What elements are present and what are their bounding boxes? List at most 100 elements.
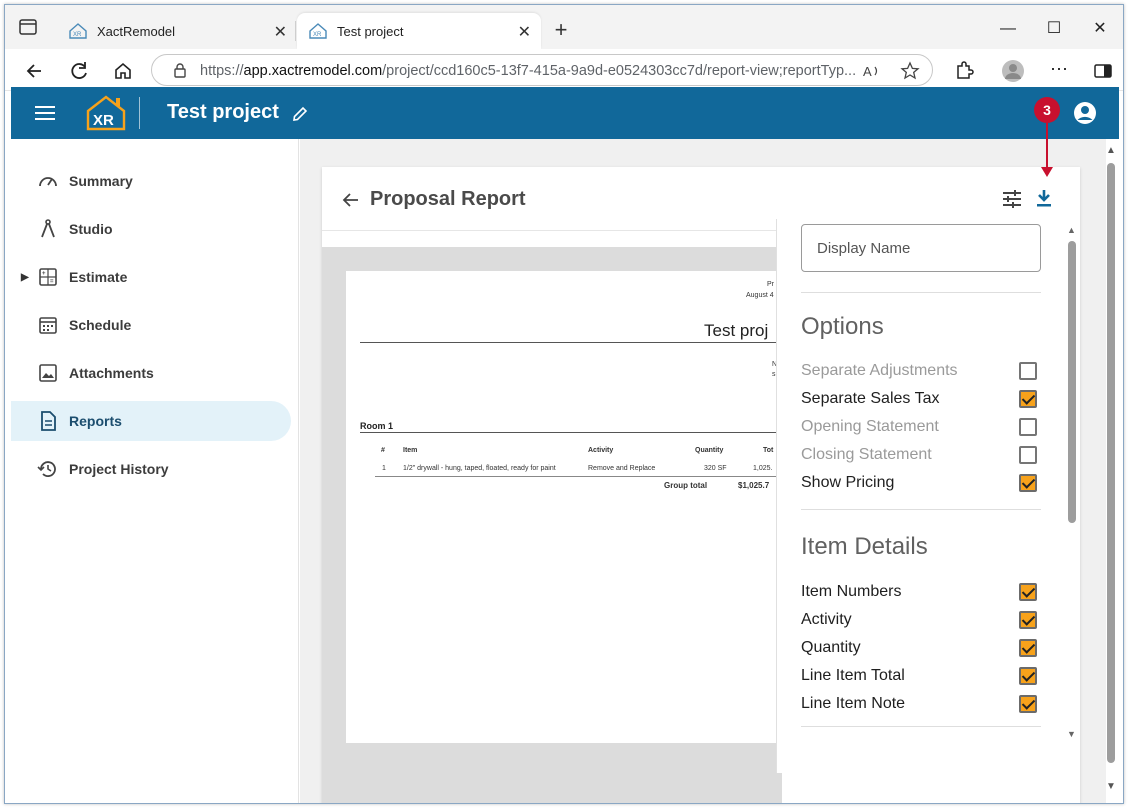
address-bar[interactable]: https://app.xactremodel.com/project/ccd1… [151,54,933,86]
url-text: https://app.xactremodel.com/project/ccd1… [200,63,857,79]
edit-pencil-icon[interactable] [291,105,309,123]
preview-cell: 1,025. [753,465,773,472]
home-icon[interactable] [109,57,137,85]
profile-avatar-icon[interactable] [999,57,1027,85]
sidebar-item-studio[interactable]: Studio [11,209,291,249]
menu-icon[interactable] [35,105,55,121]
report-page: Pr August 4 Test proj N s Room 1 # Item … [346,271,782,743]
image-icon [39,364,57,382]
back-arrow-icon[interactable] [342,191,360,209]
option-label: Show Pricing [801,474,895,491]
tab-separator [295,21,296,41]
option-separate-sales-tax[interactable]: Separate Sales Tax [801,388,1037,410]
option-closing-statement[interactable]: Closing Statement [801,444,1037,466]
lock-icon[interactable] [172,62,188,78]
option-separate-adjustments[interactable]: Separate Adjustments [801,360,1037,382]
tab-xactremodel[interactable]: XR XactRemodel ✕ [57,13,297,49]
preview-cell: 1 [382,465,386,472]
option-label: Opening Statement [801,418,939,435]
sidebar-item-label: Studio [69,221,113,237]
preview-group-total-value: $1,025.7 [738,481,770,490]
back-arrow-icon[interactable] [21,57,49,85]
scroll-down-icon[interactable]: ▼ [1067,729,1076,739]
sidebar-item-summary[interactable]: Summary [11,161,291,201]
panel-scroll-thumb[interactable] [1068,241,1076,523]
sidebar-toggle-icon[interactable] [1089,57,1117,85]
separate-adjustments-checkbox[interactable] [1019,362,1037,380]
activity-checkbox[interactable] [1019,611,1037,629]
sidebar-item-project-history[interactable]: Project History [11,449,291,489]
tab-actions-icon[interactable] [19,19,37,35]
refresh-icon[interactable] [65,57,93,85]
page-scrollbar[interactable]: ▲ ▼ [1103,139,1119,803]
svg-text:+: + [42,271,46,277]
maximize-button[interactable]: ☐ [1031,15,1077,43]
calculator-icon: += [39,268,57,286]
sidebar-item-attachments[interactable]: Attachments [11,353,291,393]
sidebar-item-estimate[interactable]: ▶ + = Estimate [11,257,291,297]
page-scroll-thumb[interactable] [1107,163,1115,763]
new-tab-button[interactable]: + [547,17,575,43]
item-numbers-checkbox[interactable] [1019,583,1037,601]
browser-window: XR XactRemodel ✕ XR Test project ✕ + — ☐… [4,4,1124,804]
scroll-up-icon[interactable]: ▲ [1106,145,1116,156]
opening-statement-checkbox[interactable] [1019,418,1037,436]
favorite-star-icon[interactable] [900,61,920,81]
close-tab-icon[interactable]: ✕ [518,22,531,42]
preview-text: s [772,371,776,378]
option-opening-statement[interactable]: Opening Statement [801,416,1037,438]
tab-test-project[interactable]: XR Test project ✕ [297,13,541,49]
account-circle-icon[interactable] [1073,101,1097,125]
sidebar-item-reports[interactable]: Reports [11,401,291,441]
option-line-item-note[interactable]: Line Item Note [801,693,1037,715]
browser-toolbar: https://app.xactremodel.com/project/ccd1… [5,49,1123,91]
app-header: XR Test project [11,87,1119,139]
line-item-total-checkbox[interactable] [1019,667,1037,685]
panel-divider [801,292,1041,293]
svg-text:XR: XR [73,32,82,38]
download-icon[interactable] [1034,188,1054,208]
scroll-up-icon[interactable]: ▲ [1067,225,1076,235]
extensions-icon[interactable] [949,57,977,85]
preview-doc-title: Test proj [704,321,769,340]
read-aloud-icon[interactable]: A [862,61,882,81]
sidebar-item-label: Project History [69,461,169,477]
close-window-button[interactable]: ✕ [1077,15,1123,43]
preview-rule [375,476,782,477]
minimize-button[interactable]: — [985,15,1031,43]
preview-cell: Remove and Replace [588,465,656,472]
line-item-note-checkbox[interactable] [1019,695,1037,713]
preview-rule [360,342,782,343]
option-item-numbers[interactable]: Item Numbers [801,581,1037,603]
sidebar-item-schedule[interactable]: Schedule [11,305,291,345]
more-menu-icon[interactable]: ⋯ [1045,57,1073,85]
option-activity[interactable]: Activity [801,609,1037,631]
preview-group-total-label: Group total [664,481,708,490]
sidebar-item-label: Attachments [69,365,154,381]
display-name-input[interactable]: Display Name [801,224,1041,272]
preview-cell: 1/2" drywall - hung, taped, floated, rea… [403,465,556,472]
scroll-down-icon[interactable]: ▼ [1106,781,1116,792]
document-icon [41,411,56,431]
preview-room-label: Room 1 [360,421,394,431]
show-pricing-checkbox[interactable] [1019,474,1037,492]
closing-statement-checkbox[interactable] [1019,446,1037,464]
panel-scrollbar[interactable]: ▲ ▼ [1067,225,1076,769]
step-callout-badge: 3 [1034,97,1060,123]
option-label: Line Item Total [801,667,905,684]
tune-settings-icon[interactable] [1002,189,1022,209]
option-quantity[interactable]: Quantity [801,637,1037,659]
close-tab-icon[interactable]: ✕ [274,22,287,42]
xactremodel-logo[interactable]: XR [85,94,127,132]
expand-caret-icon[interactable]: ▶ [21,272,29,283]
speedometer-icon [39,177,57,187]
sidebar-nav: Summary Studio ▶ + = Estimate Schedule At… [11,139,299,803]
option-label: Closing Statement [801,446,932,463]
option-label: Separate Adjustments [801,362,958,379]
option-line-item-total[interactable]: Line Item Total [801,665,1037,687]
quantity-checkbox[interactable] [1019,639,1037,657]
xr-favicon-icon: XR [309,23,327,39]
calendar-icon [39,317,57,334]
separate-sales-tax-checkbox[interactable] [1019,390,1037,408]
option-show-pricing[interactable]: Show Pricing [801,472,1037,494]
